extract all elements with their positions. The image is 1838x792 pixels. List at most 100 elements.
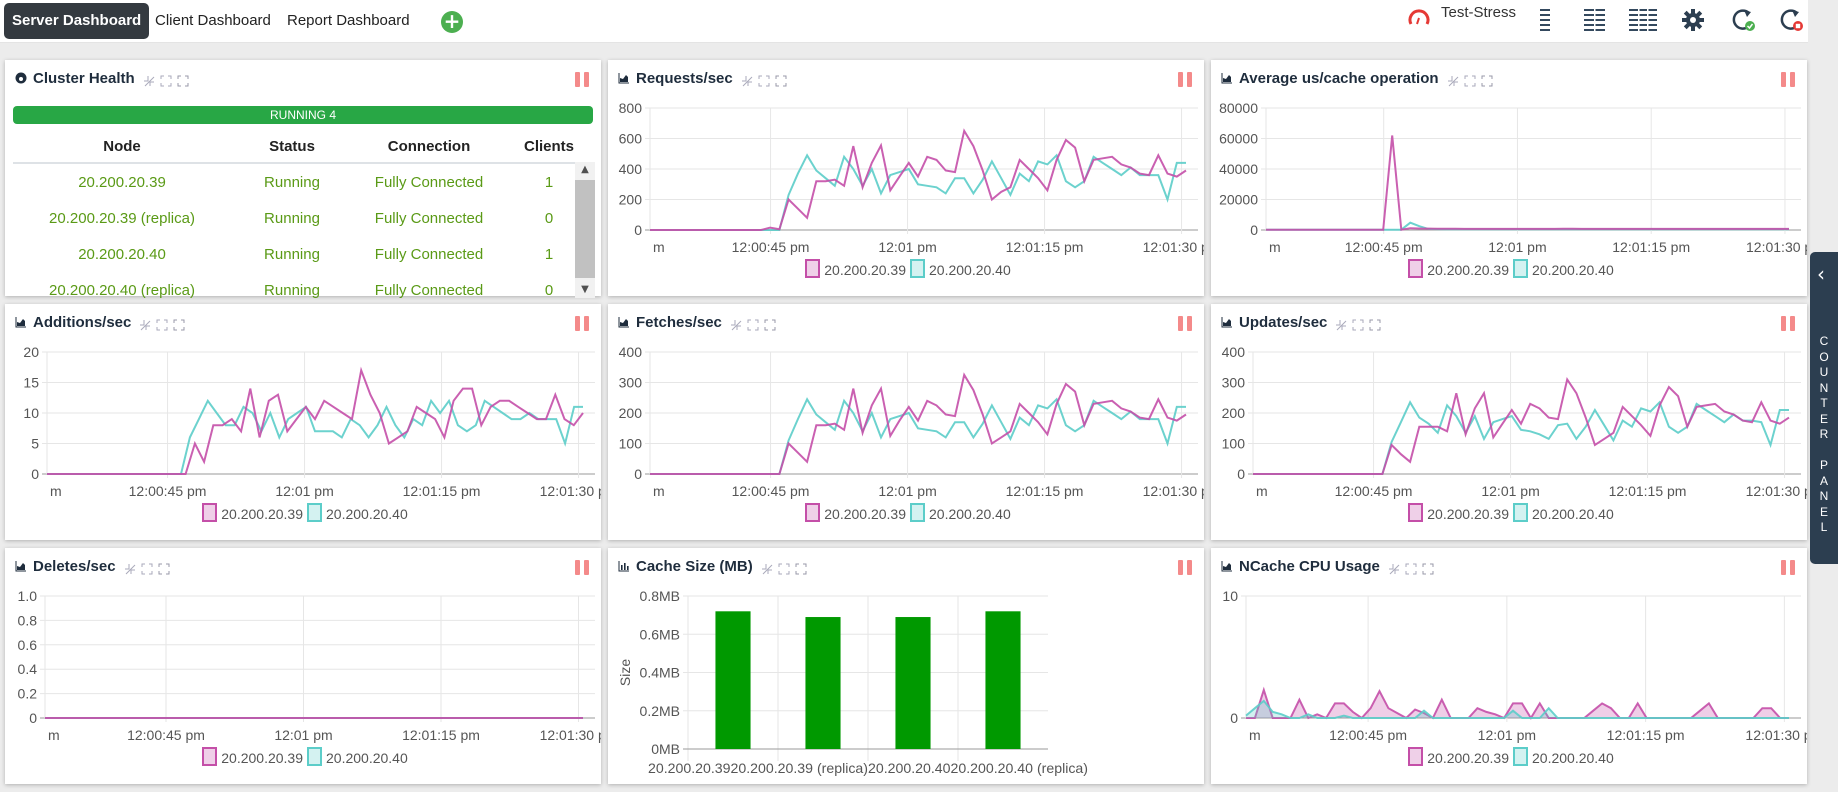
- updates-panel: Updates/sec 0 100 200 300 400 m 12:00:45 pm 12:…: [1211, 304, 1807, 540]
- legend-item[interactable]: 20.200.20.39: [198, 503, 303, 522]
- x-tick-label: 12:01:30 pm: [1746, 239, 1807, 255]
- series-line[interactable]: [47, 366, 584, 475]
- scroll-up-icon[interactable]: ▲: [575, 162, 595, 178]
- y-tick-label: 100: [1222, 436, 1246, 452]
- resize-icon[interactable]: [160, 72, 172, 87]
- y-tick-label: 400: [619, 161, 643, 177]
- x-tick-label: 12:00:45 pm: [129, 483, 207, 499]
- series-line[interactable]: [47, 398, 583, 475]
- refresh-start-icon[interactable]: [1728, 4, 1758, 34]
- tab-report-dashboard[interactable]: Report Dashboard: [279, 3, 418, 39]
- legend-item[interactable]: 20.200.20.40: [1509, 747, 1614, 766]
- y-tick-label: 100: [619, 436, 643, 452]
- chart-canvas: 0MB 0.2MB 0.4MB 0.6MB 0.8MB 20.200.20.3920.20…: [617, 588, 1088, 776]
- legend-item[interactable]: 20.200.20.39: [1404, 503, 1509, 522]
- legend-label: 20.200.20.40: [929, 262, 1011, 278]
- x-tick-label: 12:01 pm: [878, 239, 936, 255]
- status-cell: Running: [264, 173, 320, 191]
- top-bar: Server Dashboard Client Dashboard Report…: [0, 0, 1808, 43]
- legend-swatch: [1513, 503, 1528, 522]
- x-tick-label: 12:01:30 pm: [1143, 483, 1204, 499]
- legend-swatch: [202, 747, 218, 766]
- bar[interactable]: [985, 611, 1021, 749]
- x-tick-label: m: [48, 727, 60, 743]
- legend-item[interactable]: 20.200.20.40: [1509, 259, 1614, 278]
- gear-icon[interactable]: [1678, 4, 1708, 34]
- table-row: 20.200.20.40 Running Fully Connected 1: [13, 236, 593, 272]
- chart-legend: 20.200.20.39 20.200.20.40: [608, 259, 1204, 278]
- series-line[interactable]: [650, 372, 1187, 475]
- layout-3-column-icon[interactable]: [1628, 4, 1658, 34]
- y-tick-label: 0MB: [651, 741, 680, 757]
- legend-item[interactable]: 20.200.20.40: [1509, 503, 1614, 522]
- y-tick-label: 80000: [1219, 100, 1258, 116]
- pause-button[interactable]: [575, 72, 589, 87]
- legend-item[interactable]: 20.200.20.40: [303, 503, 408, 522]
- legend-item[interactable]: 20.200.20.39: [801, 503, 906, 522]
- detach-icon[interactable]: [143, 72, 155, 87]
- y-tick-label: 0.2MB: [640, 703, 680, 719]
- legend-item[interactable]: 20.200.20.39: [198, 747, 303, 766]
- legend-item[interactable]: 20.200.20.40: [906, 259, 1011, 278]
- series-line[interactable]: [650, 153, 1186, 231]
- layout-2-column-icon[interactable]: [1580, 4, 1610, 34]
- legend-item[interactable]: 20.200.20.40: [906, 503, 1011, 522]
- legend-label: 20.200.20.39: [1427, 750, 1509, 766]
- bar[interactable]: [895, 617, 931, 749]
- chart-legend: 20.200.20.39 20.200.20.40: [1211, 259, 1807, 278]
- legend-swatch: [805, 259, 821, 278]
- requests-panel: Requests/sec 0 200 400 600 800 m 12:00:45 pm 12…: [608, 60, 1204, 296]
- connection-cell: Fully Connected: [374, 281, 484, 299]
- y-tick-label: 0.2: [18, 686, 38, 702]
- cache-name: Test-Stress: [1441, 4, 1517, 21]
- tab-client-dashboard[interactable]: Client Dashboard: [147, 3, 279, 39]
- counter-panel-toggle[interactable]: ‹ COUNTER PANEL: [1810, 252, 1838, 564]
- y-tick-label: 10: [1222, 588, 1238, 604]
- chart-legend: 20.200.20.39 20.200.20.40: [5, 503, 601, 522]
- y-tick-label: 0.4MB: [640, 665, 680, 681]
- y-tick-label: 0: [634, 466, 642, 482]
- y-tick-label: 0.6: [18, 637, 38, 653]
- x-tick-label: m: [50, 483, 62, 499]
- table-row: 20.200.20.39 Running Fully Connected 1: [13, 163, 593, 200]
- legend-swatch: [1408, 503, 1424, 522]
- legend-item[interactable]: 20.200.20.39: [1404, 259, 1509, 278]
- legend-label: 20.200.20.40: [929, 506, 1011, 522]
- bar[interactable]: [805, 617, 841, 749]
- x-tick-label: 12:01:15 pm: [1609, 483, 1687, 499]
- y-tick-label: 60000: [1219, 131, 1258, 147]
- x-tick-label: 12:01 pm: [878, 483, 936, 499]
- x-tick-label: 12:01:30 pm: [540, 483, 601, 499]
- series-line[interactable]: [650, 128, 1187, 231]
- legend-item[interactable]: 20.200.20.40: [303, 747, 408, 766]
- series-line[interactable]: [1266, 135, 1789, 231]
- refresh-stop-icon[interactable]: [1776, 4, 1806, 34]
- legend-swatch: [202, 503, 218, 522]
- legend-label: 20.200.20.39: [824, 506, 906, 522]
- bar[interactable]: [715, 611, 751, 749]
- legend-item[interactable]: 20.200.20.39: [801, 259, 906, 278]
- x-tick-label: m: [1269, 239, 1281, 255]
- x-tick-label: 12:01:15 pm: [1006, 483, 1084, 499]
- x-tick-label: 12:01:15 pm: [1607, 727, 1685, 743]
- layout-1-column-icon[interactable]: [1530, 4, 1560, 34]
- scrollbar-thumb[interactable]: [575, 180, 595, 278]
- add-dashboard-button[interactable]: +: [441, 11, 463, 33]
- series-line[interactable]: [650, 397, 1186, 475]
- legend-label: 20.200.20.40: [1532, 262, 1614, 278]
- y-tick-label: 1.0: [18, 588, 38, 604]
- x-tick-label: 12:00:45 pm: [1335, 483, 1413, 499]
- x-tick-label: 12:01:30 pm: [1143, 239, 1204, 255]
- x-tick-label: 12:01 pm: [1481, 483, 1539, 499]
- panel-title: Cluster Health: [33, 69, 135, 87]
- y-tick-label: 300: [1222, 375, 1246, 391]
- series-line[interactable]: [1253, 377, 1790, 475]
- y-tick-label: 200: [619, 405, 643, 421]
- connection-cell: Fully Connected: [374, 245, 484, 263]
- maximize-icon[interactable]: [177, 72, 189, 87]
- column-header-clients: Clients: [505, 130, 593, 164]
- table-scrollbar[interactable]: ▲ ▼: [575, 162, 595, 298]
- legend-item[interactable]: 20.200.20.39: [1404, 747, 1509, 766]
- tab-server-dashboard[interactable]: Server Dashboard: [4, 3, 150, 39]
- scroll-down-icon[interactable]: ▼: [575, 282, 595, 298]
